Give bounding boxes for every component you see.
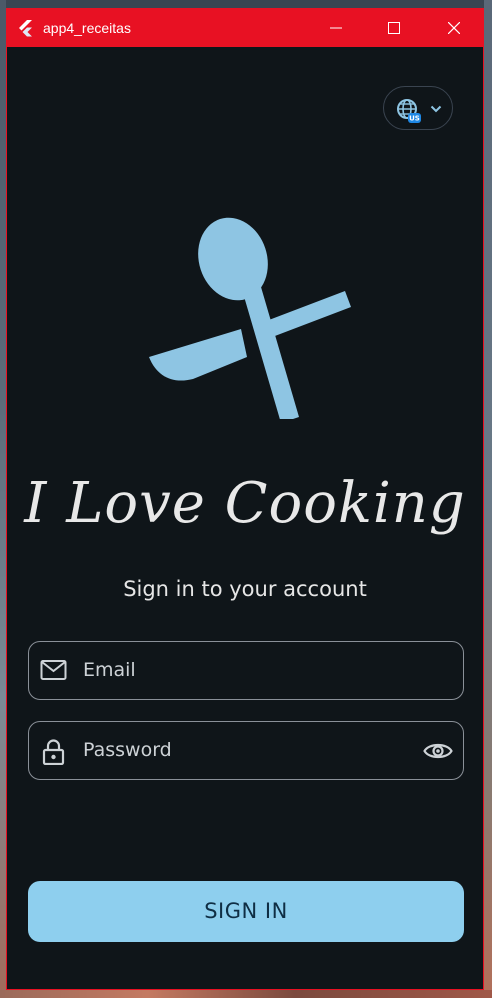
window-title: app4_receitas <box>43 20 131 36</box>
password-placeholder: Password <box>83 739 172 761</box>
app-window: app4_receitas US I Love Cooking Sign in … <box>6 8 484 990</box>
brand-title: I Love Cooking <box>24 471 466 536</box>
desktop-background-bottom <box>0 990 492 998</box>
minimize-icon <box>330 27 342 29</box>
sign-in-subtitle: Sign in to your account <box>123 577 367 601</box>
login-screen: US I Love Cooking Sign in to your accoun… <box>7 47 483 989</box>
maximize-icon <box>388 22 400 34</box>
eye-icon[interactable] <box>423 740 453 762</box>
globe-us-icon: US <box>397 99 421 123</box>
sign-in-label: SIGN IN <box>204 899 288 923</box>
language-badge: US <box>409 115 420 123</box>
close-icon <box>448 22 460 34</box>
close-button[interactable] <box>431 9 477 47</box>
password-field[interactable]: Password <box>28 721 464 780</box>
lock-icon <box>42 739 65 765</box>
flutter-logo-icon <box>19 20 32 37</box>
desktop-background-right <box>484 0 492 998</box>
email-placeholder: Email <box>83 659 136 681</box>
language-selector[interactable]: US <box>383 86 453 130</box>
chevron-down-icon <box>430 105 442 113</box>
mail-icon <box>40 660 67 680</box>
spoon-knife-icon <box>149 217 351 419</box>
title-bar[interactable]: app4_receitas <box>7 9 483 47</box>
maximize-button[interactable] <box>371 9 417 47</box>
minimize-button[interactable] <box>313 9 359 47</box>
sign-in-button[interactable]: SIGN IN <box>28 881 464 942</box>
email-field[interactable]: Email <box>28 641 464 700</box>
